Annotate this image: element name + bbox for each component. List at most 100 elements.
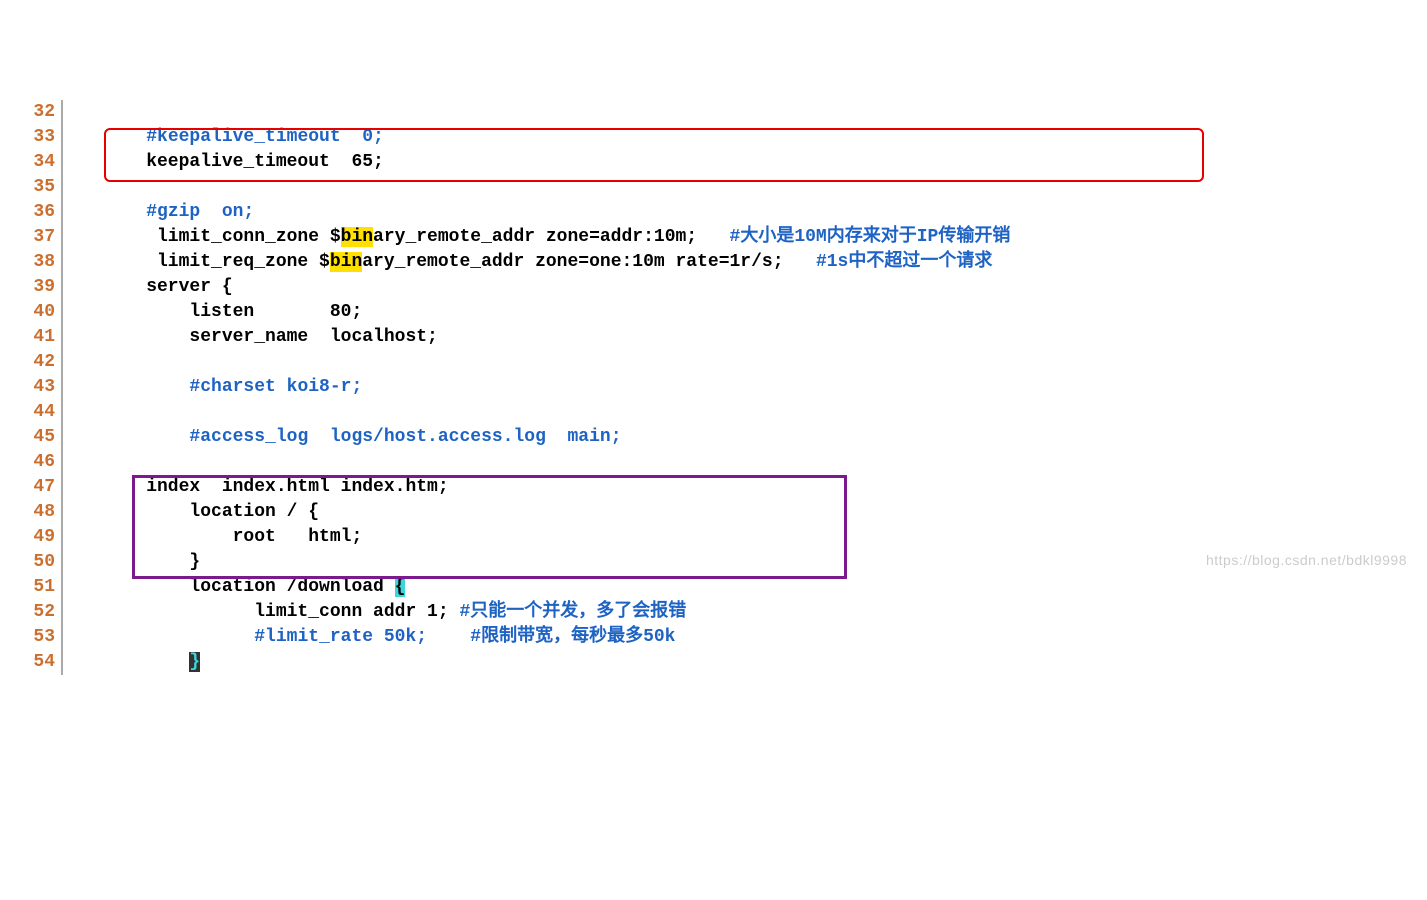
code-content: location / {: [63, 500, 1427, 525]
code-line: 46: [0, 450, 1427, 475]
line-number: 34: [0, 150, 63, 175]
code-content: #access_log logs/host.access.log main;: [63, 425, 1427, 450]
line-number: 47: [0, 475, 63, 500]
code-content: [63, 450, 1427, 475]
code-line: 35: [0, 175, 1427, 200]
code-line: 54 }: [0, 650, 1427, 675]
comment-text: #1s中不超过一个请求: [816, 252, 992, 272]
code-text: location / {: [103, 502, 319, 522]
code-content: [63, 100, 1427, 125]
code-text: [103, 427, 189, 447]
code-line: 53 #limit_rate 50k; #限制带宽，每秒最多50k: [0, 625, 1427, 650]
code-line: 40 listen 80;: [0, 300, 1427, 325]
code-text: [103, 627, 254, 647]
code-line: 48 location / {: [0, 500, 1427, 525]
code-content: [63, 350, 1427, 375]
comment-text: #keepalive_timeout 0;: [146, 127, 384, 147]
line-number: 50: [0, 550, 63, 575]
code-text: [103, 202, 146, 222]
line-number: 37: [0, 225, 63, 250]
code-content: [63, 400, 1427, 425]
code-content: limit_req_zone $binary_remote_addr zone=…: [63, 250, 1427, 275]
code-line: 34 keepalive_timeout 65;: [0, 150, 1427, 175]
code-content: server {: [63, 275, 1427, 300]
code-line: 39 server {: [0, 275, 1427, 300]
line-number: 42: [0, 350, 63, 375]
code-content: keepalive_timeout 65;: [63, 150, 1427, 175]
code-line: 38 limit_req_zone $binary_remote_addr zo…: [0, 250, 1427, 275]
line-number: 51: [0, 575, 63, 600]
code-line: 32: [0, 100, 1427, 125]
code-text: [103, 377, 189, 397]
search-highlight: bin: [330, 252, 362, 272]
code-text: keepalive_timeout 65;: [103, 152, 384, 172]
line-number: 32: [0, 100, 63, 125]
code-line: 51 location /download {: [0, 575, 1427, 600]
code-line: 44: [0, 400, 1427, 425]
comment-text: #charset koi8-r;: [189, 377, 362, 397]
code-line: 49 root html;: [0, 525, 1427, 550]
code-line: 41 server_name localhost;: [0, 325, 1427, 350]
code-content: #charset koi8-r;: [63, 375, 1427, 400]
code-line: 47 index index.html index.htm;: [0, 475, 1427, 500]
watermark: https://blog.csdn.net/bdkl9998: [1206, 548, 1407, 573]
code-content: [63, 175, 1427, 200]
code-content: }: [63, 650, 1427, 675]
line-number: 40: [0, 300, 63, 325]
code-content: #keepalive_timeout 0;: [63, 125, 1427, 150]
code-content: root html;: [63, 525, 1427, 550]
code-text: server_name localhost;: [103, 327, 438, 347]
code-line: 45 #access_log logs/host.access.log main…: [0, 425, 1427, 450]
line-number: 46: [0, 450, 63, 475]
line-number: 36: [0, 200, 63, 225]
line-number: 39: [0, 275, 63, 300]
code-text: limit_conn_zone $: [103, 227, 341, 247]
line-number: 48: [0, 500, 63, 525]
code-text: ary_remote_addr zone=one:10m rate=1r/s;: [362, 252, 816, 272]
code-line: 36 #gzip on;: [0, 200, 1427, 225]
code-editor: 32 33 #keepalive_timeout 0;34 keepalive_…: [0, 100, 1427, 675]
line-number: 53: [0, 625, 63, 650]
code-content: location /download {: [63, 575, 1427, 600]
code-content: #gzip on;: [63, 200, 1427, 225]
code-content: server_name localhost;: [63, 325, 1427, 350]
code-text: limit_req_zone $: [103, 252, 330, 272]
code-text: limit_conn addr 1;: [103, 602, 459, 622]
code-content: limit_conn addr 1; #只能一个并发，多了会报错: [63, 600, 1427, 625]
code-line: 33 #keepalive_timeout 0;: [0, 125, 1427, 150]
line-number: 33: [0, 125, 63, 150]
line-number: 49: [0, 525, 63, 550]
line-number: 52: [0, 600, 63, 625]
code-text: }: [103, 552, 200, 572]
search-highlight: bin: [341, 227, 373, 247]
code-line: 52 limit_conn addr 1; #只能一个并发，多了会报错: [0, 600, 1427, 625]
code-text: ary_remote_addr zone=addr:10m;: [373, 227, 729, 247]
code-content: index index.html index.htm;: [63, 475, 1427, 500]
line-number: 43: [0, 375, 63, 400]
code-content: limit_conn_zone $binary_remote_addr zone…: [63, 225, 1427, 250]
code-line: 37 limit_conn_zone $binary_remote_addr z…: [0, 225, 1427, 250]
comment-text: #gzip on;: [146, 202, 254, 222]
code-text: server {: [103, 277, 233, 297]
code-text: [103, 127, 146, 147]
comment-text: #只能一个并发，多了会报错: [459, 602, 686, 622]
code-text: location /download: [103, 577, 395, 597]
line-number: 54: [0, 650, 63, 675]
code-text: [103, 652, 189, 672]
code-content: listen 80;: [63, 300, 1427, 325]
code-line: 43 #charset koi8-r;: [0, 375, 1427, 400]
code-content: #limit_rate 50k; #限制带宽，每秒最多50k: [63, 625, 1427, 650]
line-number: 38: [0, 250, 63, 275]
line-number: 41: [0, 325, 63, 350]
comment-text: #大小是10M内存来对于IP传输开销: [730, 227, 1011, 247]
code-text: listen 80;: [103, 302, 362, 322]
line-number: 45: [0, 425, 63, 450]
brace-open-icon: {: [395, 577, 406, 597]
code-text: root html;: [103, 527, 362, 547]
code-line: 42: [0, 350, 1427, 375]
code-text: index index.html index.htm;: [103, 477, 449, 497]
line-number: 44: [0, 400, 63, 425]
comment-text: #access_log logs/host.access.log main;: [189, 427, 621, 447]
brace-close-icon: }: [189, 652, 200, 672]
comment-text: #limit_rate 50k; #限制带宽，每秒最多50k: [254, 627, 675, 647]
